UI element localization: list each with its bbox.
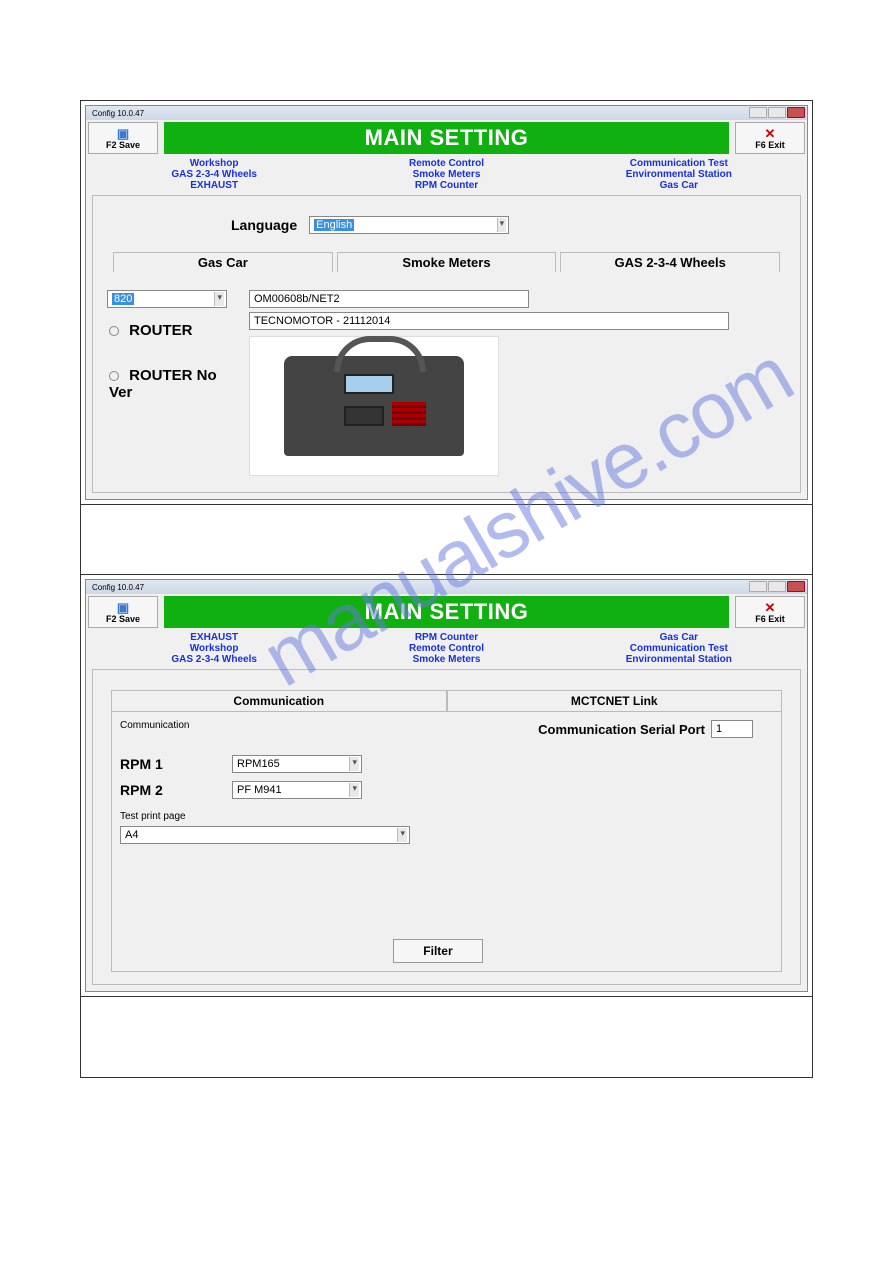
minimize-icon[interactable]: [749, 581, 767, 592]
exit-icon: ✕: [765, 127, 776, 140]
main-banner: MAIN SETTING: [164, 596, 729, 628]
app-window-1: Config 10.0.47 ▣ F2 Save MAIN SETTING ✕ …: [85, 105, 808, 500]
serial-port-label: Communication Serial Port: [538, 722, 705, 737]
testprint-combo[interactable]: A4: [120, 826, 410, 844]
tabs-row-2[interactable]: GAS 2-3-4 Wheels Smoke Meters Environmen…: [92, 169, 801, 180]
bottom-cell: [81, 997, 812, 1077]
titlebar: Config 10.0.47: [86, 106, 807, 120]
tab-remote-control[interactable]: Remote Control: [330, 643, 562, 654]
exit-label: F6 Exit: [755, 614, 785, 624]
save-label: F2 Save: [106, 140, 140, 150]
exit-button[interactable]: ✕ F6 Exit: [735, 122, 805, 154]
rpm2-combo[interactable]: PF M941: [232, 781, 362, 799]
exit-icon: ✕: [765, 601, 776, 614]
rpm1-combo[interactable]: RPM165: [232, 755, 362, 773]
testprint-label: Test print page: [120, 811, 773, 822]
model-value: 820: [112, 293, 134, 305]
tab-gas-car[interactable]: Gas Car: [563, 180, 795, 191]
device-image: [249, 336, 499, 476]
window-title: Config 10.0.47: [92, 109, 144, 118]
tabs-row-3[interactable]: EXHAUST RPM Counter Gas Car: [92, 180, 801, 191]
rpm1-label: RPM 1: [120, 756, 200, 772]
maximize-icon[interactable]: [768, 107, 786, 118]
sub-tabs[interactable]: Gas Car Smoke Meters GAS 2-3-4 Wheels: [101, 252, 792, 272]
tab-communication[interactable]: Communication: [111, 690, 447, 712]
net-field[interactable]: OM00608b/NET2: [249, 290, 529, 308]
model-combo[interactable]: 820: [107, 290, 227, 308]
rpm2-label: RPM 2: [120, 782, 200, 798]
language-combo[interactable]: English: [309, 216, 509, 234]
tab-smoke-meters[interactable]: Smoke Meters: [330, 654, 562, 665]
tab-communication-test[interactable]: Communication Test: [563, 158, 795, 169]
tab-gas-car[interactable]: Gas Car: [563, 632, 795, 643]
tab-content-rpm: Communication MCTCNET Link Communication…: [92, 669, 801, 985]
router-nover-radio[interactable]: ROUTER No Ver: [109, 367, 237, 401]
titlebar: Config 10.0.47: [86, 580, 807, 594]
minimize-icon[interactable]: [749, 107, 767, 118]
close-icon[interactable]: [787, 581, 805, 592]
save-button[interactable]: ▣ F2 Save: [88, 596, 158, 628]
tab-smoke-meters[interactable]: Smoke Meters: [330, 169, 562, 180]
tabs-row-2[interactable]: Workshop Remote Control Communication Te…: [92, 643, 801, 654]
screenshot-1-cell: Config 10.0.47 ▣ F2 Save MAIN SETTING ✕ …: [81, 101, 812, 505]
inner-tabs[interactable]: Communication MCTCNET Link: [111, 690, 782, 712]
tab-env-station[interactable]: Environmental Station: [563, 654, 795, 665]
tab-communication-test[interactable]: Communication Test: [563, 643, 795, 654]
spacer-cell: [81, 505, 812, 575]
tab-gas-wheels[interactable]: GAS 2-3-4 Wheels: [98, 654, 330, 665]
window-title: Config 10.0.47: [92, 583, 144, 592]
main-banner: MAIN SETTING: [164, 122, 729, 154]
subtab-gas-wheels[interactable]: GAS 2-3-4 Wheels: [560, 252, 780, 272]
save-icon: ▣: [117, 601, 129, 614]
save-icon: ▣: [117, 127, 129, 140]
maximize-icon[interactable]: [768, 581, 786, 592]
tab-exhaust[interactable]: EXHAUST: [98, 180, 330, 191]
close-icon[interactable]: [787, 107, 805, 118]
language-label: Language: [231, 217, 297, 233]
app-window-2: Config 10.0.47 ▣ F2 Save MAIN SETTING ✕ …: [85, 579, 808, 992]
window-controls[interactable]: [749, 107, 805, 118]
firmware-field[interactable]: TECNOMOTOR - 21112014: [249, 312, 729, 330]
screenshot-2-cell: Config 10.0.47 ▣ F2 Save MAIN SETTING ✕ …: [81, 575, 812, 997]
tab-exhaust[interactable]: EXHAUST: [98, 632, 330, 643]
tabs-row-1[interactable]: EXHAUST RPM Counter Gas Car: [92, 632, 801, 643]
tab-workshop[interactable]: Workshop: [98, 158, 330, 169]
exit-button[interactable]: ✕ F6 Exit: [735, 596, 805, 628]
tab-rpm-counter[interactable]: RPM Counter: [330, 632, 562, 643]
tab-gas-wheels[interactable]: GAS 2-3-4 Wheels: [98, 169, 330, 180]
tab-env-station[interactable]: Environmental Station: [563, 169, 795, 180]
communication-panel: Communication Communication Serial Port …: [111, 712, 782, 972]
tab-rpm-counter[interactable]: RPM Counter: [330, 180, 562, 191]
subtab-smoke-meters[interactable]: Smoke Meters: [337, 252, 557, 272]
subtab-gas-car[interactable]: Gas Car: [113, 252, 333, 272]
tab-content-gas-car: Language English Gas Car Smoke Meters GA…: [92, 195, 801, 493]
filter-button[interactable]: Filter: [393, 939, 483, 963]
tab-remote-control[interactable]: Remote Control: [330, 158, 562, 169]
tabs-row-1[interactable]: Workshop Remote Control Communication Te…: [92, 158, 801, 169]
save-label: F2 Save: [106, 614, 140, 624]
router-radio[interactable]: ROUTER: [109, 322, 237, 339]
page-container: manualshive.com Config 10.0.47 ▣ F2 Save…: [80, 100, 813, 1078]
tabs-row-3[interactable]: GAS 2-3-4 Wheels Smoke Meters Environmen…: [92, 654, 801, 665]
serial-port-input[interactable]: 1: [711, 720, 753, 738]
save-button[interactable]: ▣ F2 Save: [88, 122, 158, 154]
tab-workshop[interactable]: Workshop: [98, 643, 330, 654]
window-controls[interactable]: [749, 581, 805, 592]
language-value: English: [314, 219, 354, 231]
tab-mctcnet[interactable]: MCTCNET Link: [447, 690, 783, 712]
exit-label: F6 Exit: [755, 140, 785, 150]
